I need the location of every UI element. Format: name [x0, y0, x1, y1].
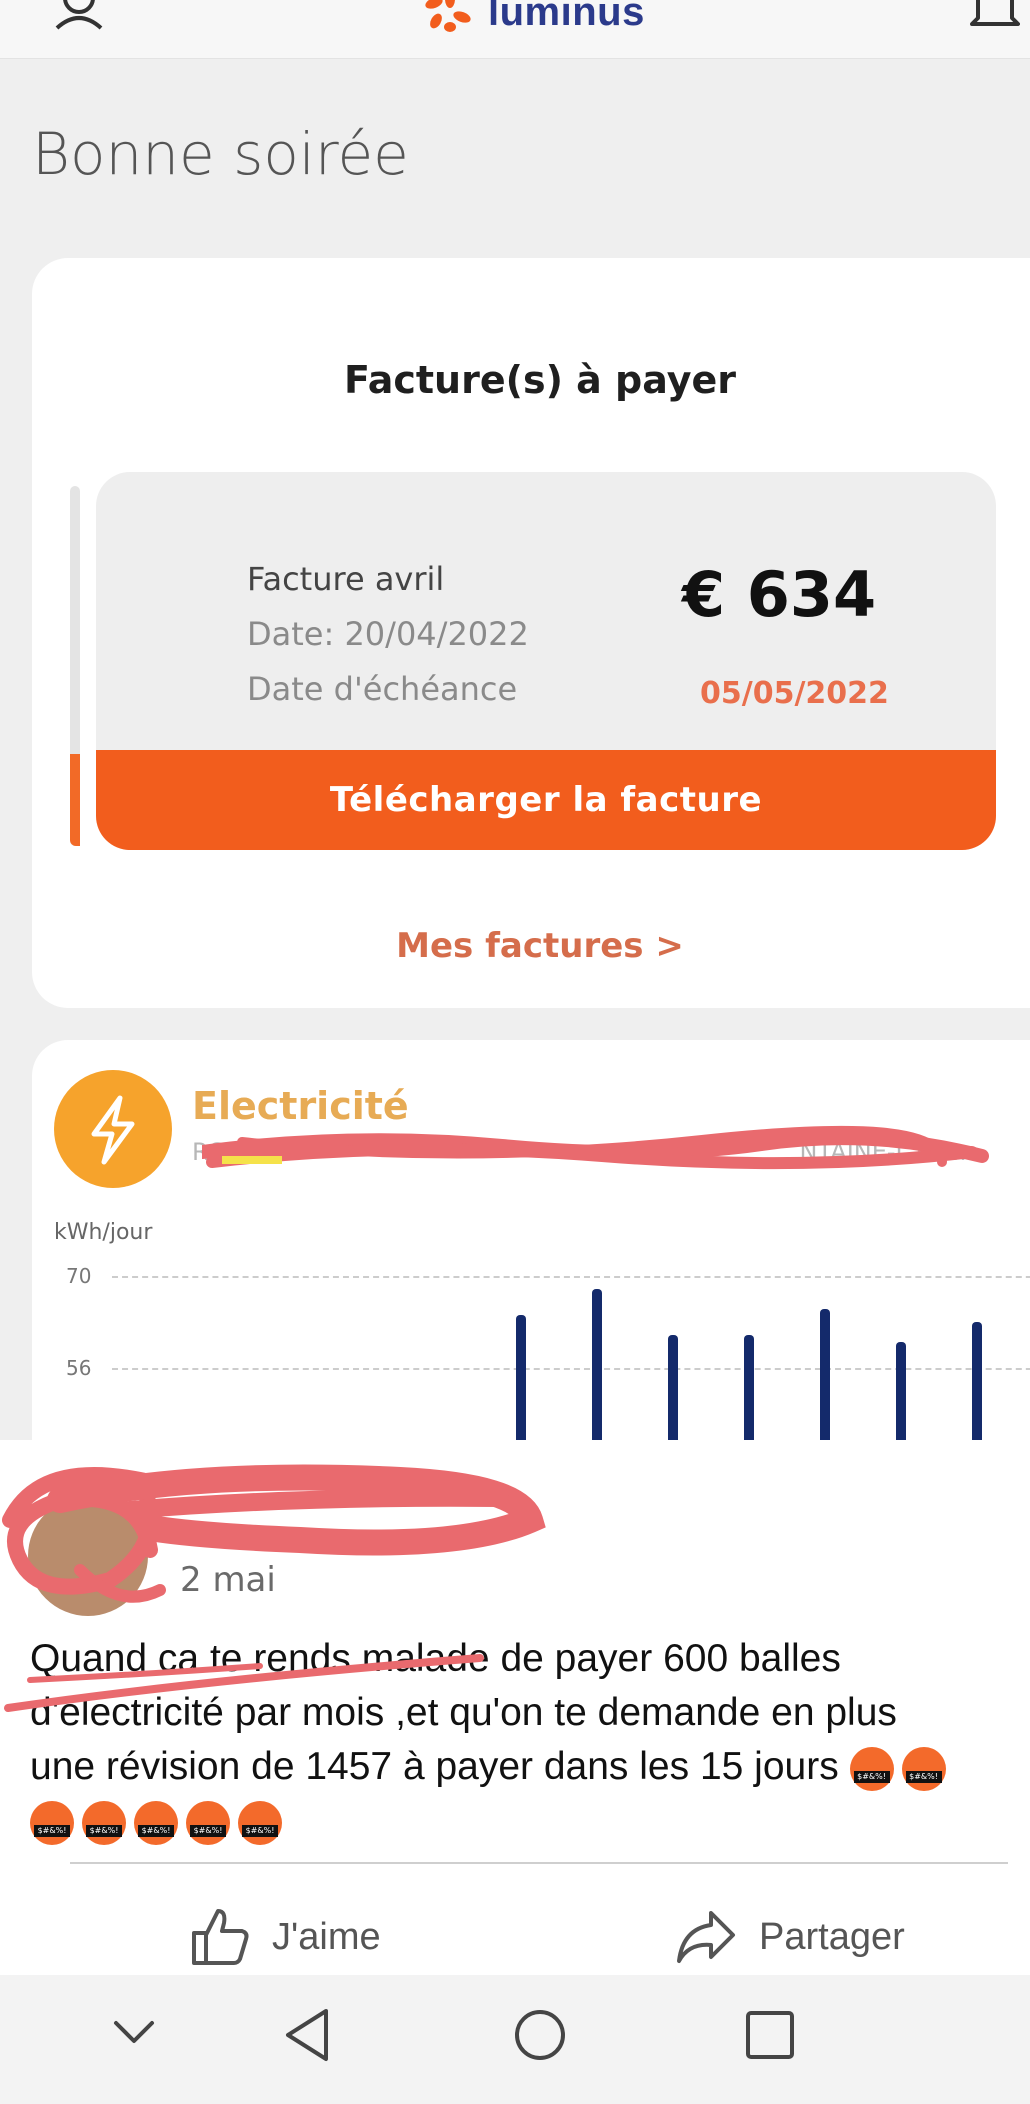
brand-name: luminus: [488, 0, 645, 34]
my-invoices-link[interactable]: Mes factures >: [32, 926, 1030, 966]
chart-bar: [592, 1289, 602, 1440]
chart-bar: [516, 1315, 526, 1440]
brand-logo: luminus: [422, 0, 645, 42]
y-tick-70: 70: [66, 1264, 92, 1288]
gridline-70: [112, 1276, 1030, 1278]
bell-icon[interactable]: [970, 0, 1020, 33]
thumbs-up-icon: [192, 1909, 249, 1965]
back-icon[interactable]: [282, 2007, 332, 2063]
like-button[interactable]: J'aime: [190, 1902, 381, 1972]
y-tick-56: 56: [66, 1356, 92, 1380]
angry-emoji-icon: [134, 1800, 178, 1845]
chart-bar: [896, 1341, 906, 1440]
greeting-heading: Bonne soirée: [32, 120, 409, 188]
invoices-card: Facture(s) à payer Facture avril Date: 2…: [32, 258, 1030, 1008]
user-icon[interactable]: [55, 0, 103, 30]
chart-bar: [744, 1335, 754, 1440]
chevron-down-icon[interactable]: [112, 2017, 156, 2047]
chart-bar: [972, 1322, 982, 1440]
lightning-icon: [91, 1095, 135, 1165]
system-nav-bar: [0, 1975, 1030, 2104]
post-text-line-3-text: une révision de 1457 à payer dans les 15…: [30, 1745, 839, 1788]
app-header: luminus: [0, 0, 1030, 59]
electricity-card[interactable]: Electricité RC NTAINE-L'EV... kWh/jour 7…: [32, 1040, 1030, 1440]
invoice-amount: € 634: [682, 558, 877, 631]
post-text-emoji-line: [30, 1794, 1030, 1848]
chart-bar: [820, 1308, 830, 1440]
share-arrow-icon: [677, 1911, 735, 1963]
previous-invoice-peek-button[interactable]: [70, 754, 80, 846]
invoice-due-date: 05/05/2022: [700, 676, 889, 711]
invoice-date: Date: 20/04/2022: [247, 615, 529, 653]
chart-bar: [668, 1335, 678, 1440]
angry-emoji-icon: [238, 1800, 282, 1845]
electricity-badge: [54, 1070, 172, 1188]
angry-emoji-icon: [82, 1800, 126, 1845]
chart-unit-label: kWh/jour: [54, 1220, 153, 1245]
gridline-56: [112, 1368, 1030, 1370]
angry-emoji-icon: [901, 1746, 946, 1791]
invoices-title: Facture(s) à payer: [343, 358, 737, 402]
share-button[interactable]: Partager: [675, 1902, 905, 1972]
angry-emoji-icon: [30, 1800, 74, 1845]
post-divider: [70, 1862, 1008, 1864]
like-label: J'aime: [272, 1915, 381, 1958]
invoice-due-label: Date d'échéance: [247, 670, 518, 708]
redaction-scribble: [2, 1464, 546, 1712]
home-icon[interactable]: [512, 2007, 568, 2063]
luminus-logo-icon: [425, 0, 471, 32]
angry-emoji-icon: [849, 1746, 894, 1791]
redaction-scribble: [202, 1125, 989, 1170]
download-invoice-button[interactable]: Télécharger la facture: [96, 750, 996, 850]
invoice-name: Facture avril: [247, 560, 445, 598]
recents-icon[interactable]: [744, 2009, 796, 2061]
post-text-line-3: une révision de 1457 à payer dans les 15…: [30, 1740, 1030, 1794]
share-label: Partager: [759, 1915, 905, 1958]
angry-emoji-icon: [186, 1800, 230, 1845]
